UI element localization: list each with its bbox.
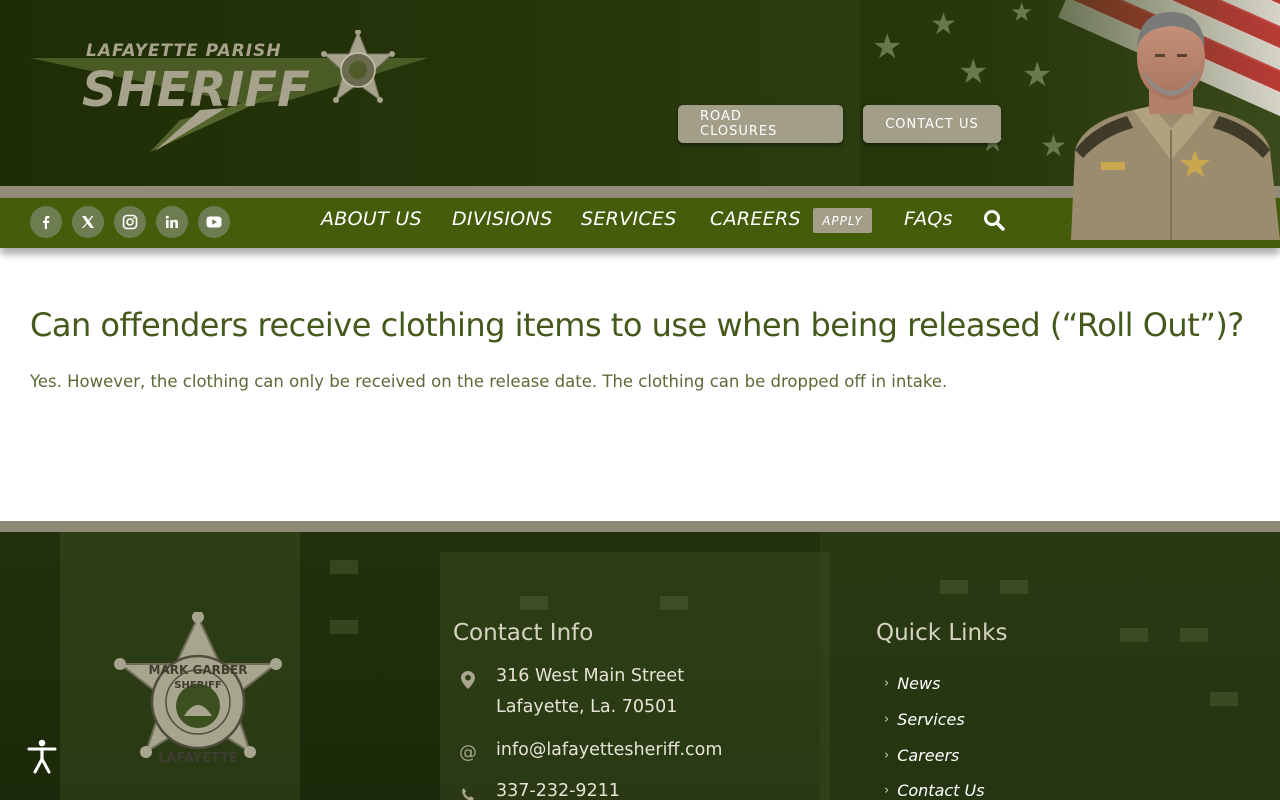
footer-badge-mid: SHERIFF <box>174 680 222 691</box>
page-title: Can offenders receive clothing items to … <box>30 306 1244 344</box>
contact-info-heading: Contact Info <box>453 620 594 646</box>
flag-star-icon: ★ <box>872 27 903 67</box>
sheriff-badge-icon: MARK GARBER SHERIFF LAFAYETTE <box>114 612 282 766</box>
x-icon[interactable] <box>72 206 104 238</box>
quick-link-services[interactable]: › Services <box>884 710 965 729</box>
at-sign-icon: @ <box>459 741 477 763</box>
youtube-icon[interactable] <box>198 206 230 238</box>
flag-star-icon: ★ <box>930 7 957 42</box>
nav-about-us[interactable]: ABOUT US <box>321 208 422 232</box>
chevron-right-icon: › <box>884 748 890 763</box>
map-pin-icon <box>458 670 478 690</box>
facebook-icon[interactable] <box>30 206 62 238</box>
contact-us-button[interactable]: CONTACT US <box>863 105 1001 143</box>
footer-badge-bottom: LAFAYETTE <box>158 751 238 766</box>
accessibility-icon[interactable] <box>22 736 62 776</box>
flag-star-icon: ★ <box>958 52 989 92</box>
instagram-icon[interactable] <box>114 206 146 238</box>
quick-links-heading: Quick Links <box>876 620 1008 646</box>
logo-parish-text: LAFAYETTE PARISH <box>86 41 282 61</box>
sheriff-portrait <box>1063 0 1280 240</box>
chevron-right-icon: › <box>884 783 890 798</box>
nav-divisions[interactable]: DIVISIONS <box>452 208 552 232</box>
search-icon[interactable] <box>982 208 1006 232</box>
footer-divider <box>0 521 1280 532</box>
flag-star-icon: ★ <box>1010 0 1034 28</box>
apply-badge[interactable]: APPLY <box>813 208 872 233</box>
nav-careers[interactable]: CAREERS <box>710 208 801 232</box>
logo-sheriff-text: SHERIFF <box>82 62 310 118</box>
site-logo[interactable]: LAFAYETTE PARISH SHERIFF <box>30 28 430 156</box>
nav-faqs[interactable]: FAQs <box>904 208 953 232</box>
address-line-2: Lafayette, La. 70501 <box>496 697 678 717</box>
road-closures-button[interactable]: ROAD CLOSURES <box>678 105 843 143</box>
linkedin-icon[interactable] <box>156 206 188 238</box>
phone-number[interactable]: 337-232-9211 <box>496 781 620 800</box>
sheriff-star-icon <box>321 30 395 103</box>
email-link[interactable]: info@lafayettesheriff.com <box>496 740 722 760</box>
flag-star-icon: ★ <box>1022 55 1053 95</box>
chevron-right-icon: › <box>884 712 890 727</box>
chevron-right-icon: › <box>884 676 890 691</box>
quick-link-news[interactable]: › News <box>884 674 940 693</box>
footer-badge-top: MARK GARBER <box>149 663 248 677</box>
address-line-1: 316 West Main Street <box>496 666 685 686</box>
phone-icon <box>458 785 478 800</box>
quick-link-contact-us[interactable]: › Contact Us <box>884 781 985 800</box>
answer-text: Yes. However, the clothing can only be r… <box>30 372 948 391</box>
quick-link-careers[interactable]: › Careers <box>884 746 959 765</box>
nav-services[interactable]: SERVICES <box>581 208 677 232</box>
